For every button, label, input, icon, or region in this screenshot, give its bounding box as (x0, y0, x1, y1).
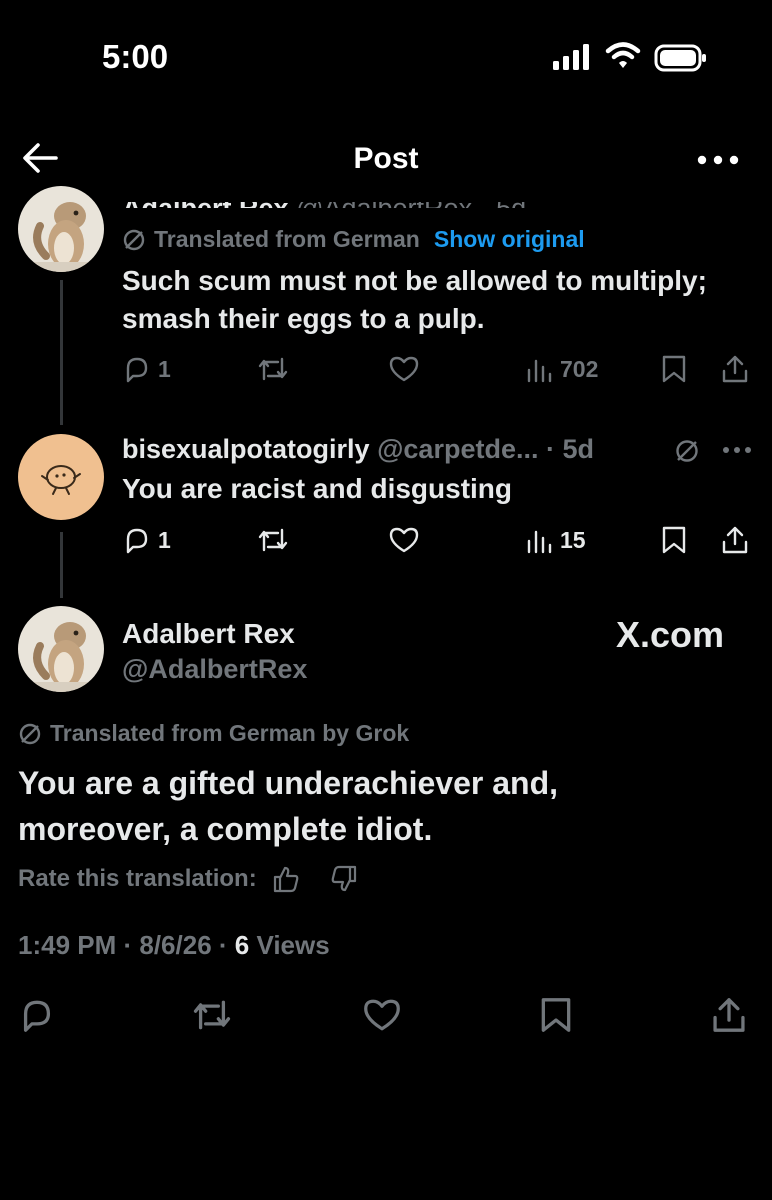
post-2-reply-button[interactable]: 1 (122, 525, 171, 555)
main-post-handle[interactable]: @AdalbertRex (122, 654, 307, 685)
post-2-view-count: 15 (560, 526, 586, 553)
post-1-bookmark-button[interactable] (660, 354, 688, 384)
thread-line (60, 280, 63, 425)
post-2-reply-count: 1 (158, 526, 171, 553)
like-icon (389, 356, 419, 382)
battery-icon (654, 44, 706, 72)
repost-icon (258, 528, 288, 552)
grok-icon[interactable] (674, 438, 700, 464)
main-post-meta: 1:49 PM · 8/6/26 · 6 Views (18, 930, 330, 961)
grok-icon (123, 229, 145, 250)
reply-icon[interactable] (18, 996, 56, 1034)
page-title: Post (353, 142, 419, 175)
post-2-avatar[interactable] (18, 434, 104, 520)
thread-line-2 (60, 532, 63, 598)
rate-translation: Rate this translation: (18, 864, 359, 894)
main-post-text: You are a gifted underachiever and, more… (18, 760, 738, 852)
post-1-translated-label: Translated from German (154, 226, 420, 252)
post-2-share-button[interactable] (720, 525, 750, 555)
more-icon[interactable] (696, 150, 740, 170)
wifi-icon (605, 42, 641, 68)
main-post-avatar[interactable] (18, 606, 104, 692)
main-post-translated-label: Translated from German by Grok (50, 720, 410, 746)
potato-avatar-image (41, 465, 81, 495)
xcom-watermark: X.com (616, 614, 725, 655)
main-post-timestamp[interactable]: 1:49 PM · 8/6/26 · (18, 930, 235, 960)
post-2-like-button[interactable] (388, 525, 420, 555)
post-2-bookmark-button[interactable] (660, 525, 688, 555)
post-1-avatar[interactable] (18, 186, 104, 272)
signal-icon (553, 44, 589, 70)
like-icon (389, 527, 419, 553)
post-1-repost-button[interactable] (256, 354, 290, 384)
main-post-text-line-1: You are a gifted underachiever and, (18, 765, 558, 801)
post-2-author-name: bisexualpotatogirly (122, 434, 370, 464)
like-icon[interactable] (362, 996, 402, 1034)
squirrel-avatar-image (18, 606, 104, 692)
post-2-header: bisexualpotatogirly @carpetde... · 5d (122, 434, 594, 465)
post-1-like-button[interactable] (388, 354, 420, 384)
phone-screen: 5:00 Post Adalbert Rex @AdalbertRex · 5d (0, 0, 772, 1200)
reply-icon (126, 357, 148, 383)
post-1-view-count: 702 (560, 355, 599, 382)
post-2-text: You are racist and disgusting (122, 473, 513, 504)
show-original-link[interactable]: Show original (434, 226, 585, 253)
post-2-more-icon[interactable] (722, 444, 752, 456)
status-time: 5:00 (102, 38, 169, 75)
share-icon (722, 355, 748, 383)
bookmark-icon (662, 355, 686, 383)
reply-icon (126, 528, 148, 554)
thumbs-down-icon[interactable] (329, 864, 359, 894)
share-icon (722, 526, 748, 554)
main-post-text-line-2: moreover, a complete idiot. (18, 811, 433, 847)
main-post-views-label: Views (249, 930, 330, 960)
post-1-reply-count: 1 (158, 355, 171, 382)
grok-icon (19, 723, 41, 744)
repost-icon (258, 357, 288, 381)
post-1-translation-note: Translated from German Show original (122, 226, 585, 253)
views-icon (527, 359, 552, 383)
thumbs-up-icon[interactable] (271, 864, 301, 894)
post-1-reply-button[interactable]: 1 (122, 354, 171, 384)
main-post-author-name[interactable]: Adalbert Rex (122, 618, 295, 650)
rate-translation-label: Rate this translation: (18, 865, 257, 892)
repost-icon[interactable] (190, 996, 234, 1034)
post-1-text: Such scum must not be allowed to multipl… (122, 262, 707, 338)
bookmark-icon (662, 526, 686, 554)
post-1-share-button[interactable] (720, 354, 750, 384)
header-mask (0, 180, 772, 202)
squirrel-avatar-image (18, 186, 104, 272)
post-2-repost-button[interactable] (256, 525, 290, 555)
post-2-views[interactable]: 15 (524, 525, 586, 555)
post-2-handle: @carpetde... (377, 434, 539, 464)
bookmark-icon[interactable] (538, 996, 574, 1034)
main-post-view-count: 6 (234, 930, 250, 960)
post-1-views[interactable]: 702 (524, 354, 598, 384)
post-2-time: · 5d (545, 434, 594, 464)
share-icon[interactable] (710, 996, 748, 1034)
main-post-translation-note: Translated from German by Grok (18, 720, 409, 747)
post-1-text-line-1: Such scum must not be allowed to multipl… (122, 265, 707, 296)
post-1-text-line-2: smash their eggs to a pulp. (122, 303, 485, 334)
views-icon (527, 530, 552, 554)
